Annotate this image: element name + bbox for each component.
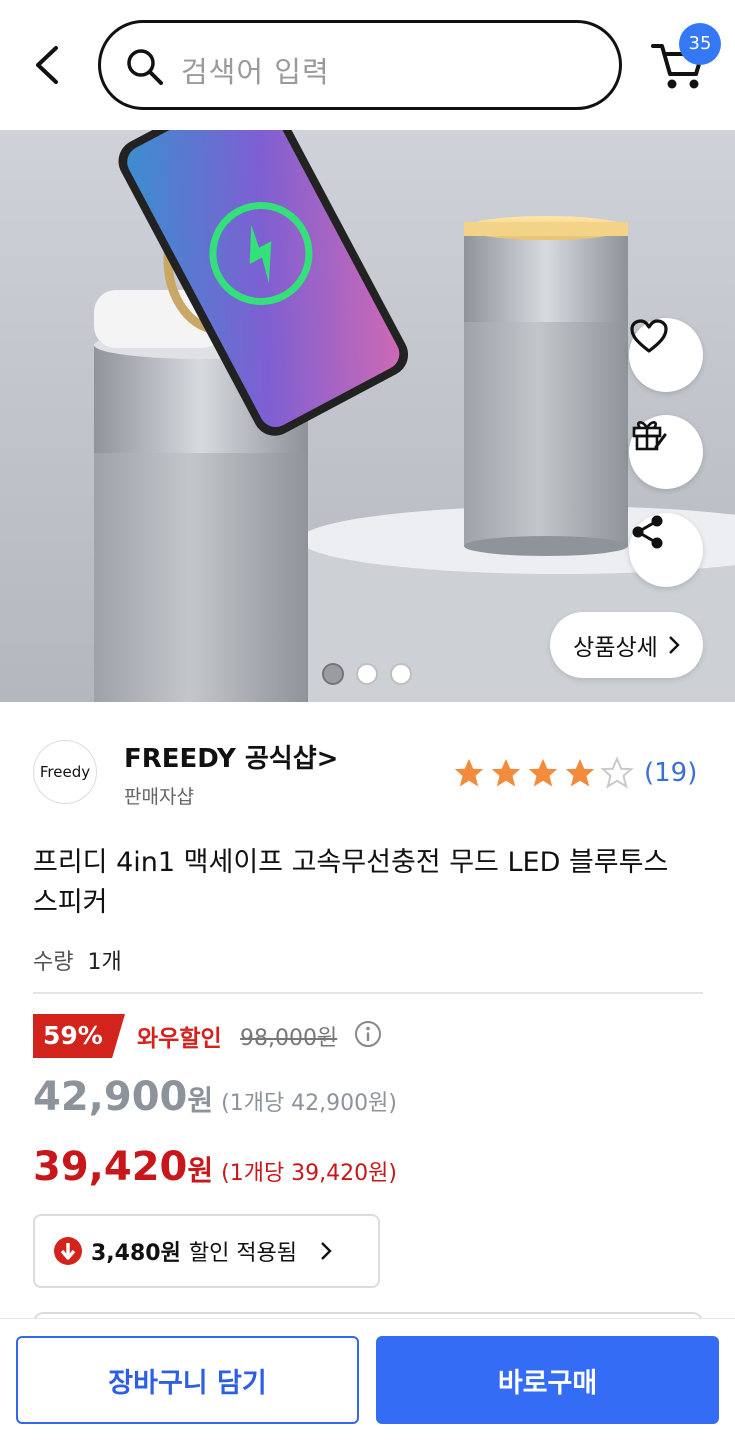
star-filled-icon bbox=[491, 758, 521, 787]
gift-button[interactable] bbox=[629, 415, 703, 489]
top-header: 검색어 입력 35 bbox=[0, 0, 735, 130]
sale-price-number: 42,900 bbox=[33, 1074, 188, 1120]
wow-price: 39,420원 (1개당 39,420원) bbox=[33, 1144, 397, 1190]
quantity-row: 수량 1개 bbox=[33, 944, 122, 976]
coupon-text: 할인 적용됨 bbox=[188, 1241, 298, 1266]
seller-name-link[interactable]: FREEDY 공식샵> bbox=[124, 738, 338, 775]
review-count[interactable]: (19) bbox=[644, 758, 697, 788]
original-price: 98,000원 bbox=[240, 1026, 338, 1051]
chevron-right-icon bbox=[321, 1242, 332, 1260]
wishlist-button[interactable] bbox=[629, 318, 703, 392]
buy-now-button[interactable]: 바로구매 bbox=[376, 1336, 719, 1424]
search-input[interactable]: 검색어 입력 bbox=[98, 20, 622, 110]
star-filled-icon bbox=[454, 758, 484, 787]
sale-price-currency: 원 bbox=[187, 1084, 214, 1117]
product-title: 프리디 4in1 맥세이프 고속무선충전 무드 LED 블루투스 스피커 bbox=[33, 847, 669, 918]
share-button[interactable] bbox=[629, 513, 703, 587]
quantity-label: 수량 bbox=[33, 950, 74, 975]
chevron-right-icon bbox=[668, 636, 680, 654]
carousel-indicator bbox=[322, 663, 412, 685]
wow-price-currency: 원 bbox=[187, 1154, 214, 1187]
star-empty-icon bbox=[600, 756, 634, 789]
back-button[interactable] bbox=[30, 40, 70, 90]
gift-icon bbox=[632, 421, 667, 451]
star-filled-icon bbox=[565, 758, 595, 787]
rating[interactable]: (19) bbox=[452, 756, 697, 790]
coupon-amount: 3,480원 bbox=[91, 1241, 181, 1266]
carousel-dot[interactable] bbox=[390, 663, 412, 685]
carousel-dot[interactable] bbox=[356, 663, 378, 685]
star-filled-icon bbox=[528, 758, 558, 787]
product-detail-label: 상품상세 bbox=[573, 635, 658, 661]
heart-icon bbox=[630, 319, 668, 353]
sale-price: 42,900원 (1개당 42,900원) bbox=[33, 1074, 397, 1120]
search-placeholder: 검색어 입력 bbox=[181, 55, 330, 89]
discount-rate-badge: 59% bbox=[33, 1014, 125, 1058]
sale-price-unit: (1개당 42,900원) bbox=[221, 1091, 397, 1116]
search-icon bbox=[127, 49, 163, 85]
carousel-dot[interactable] bbox=[322, 663, 344, 685]
star-rating bbox=[452, 756, 634, 790]
down-arrow-circle-icon bbox=[54, 1237, 82, 1265]
seller-logo[interactable]: Freedy bbox=[33, 740, 97, 804]
wow-price-number: 39,420 bbox=[33, 1144, 188, 1190]
share-icon bbox=[632, 515, 663, 549]
bottom-action-bar: 장바구니 담기 바로구매 bbox=[0, 1318, 735, 1440]
quantity-value: 1개 bbox=[87, 950, 122, 975]
cart-count-badge: 35 bbox=[679, 23, 721, 65]
add-to-cart-button[interactable]: 장바구니 담기 bbox=[16, 1336, 359, 1424]
divider bbox=[33, 992, 703, 994]
coupon-discount-button[interactable]: 3,480원 할인 적용됨 bbox=[33, 1214, 380, 1288]
wow-price-unit: (1개당 39,420원) bbox=[221, 1161, 397, 1186]
wow-discount-label: 와우할인 bbox=[137, 1026, 222, 1052]
back-arrow-icon bbox=[36, 46, 58, 84]
product-detail-button[interactable]: 상품상세 bbox=[550, 612, 703, 678]
seller-type: 판매자샵 bbox=[124, 786, 194, 808]
info-icon[interactable] bbox=[354, 1020, 382, 1048]
